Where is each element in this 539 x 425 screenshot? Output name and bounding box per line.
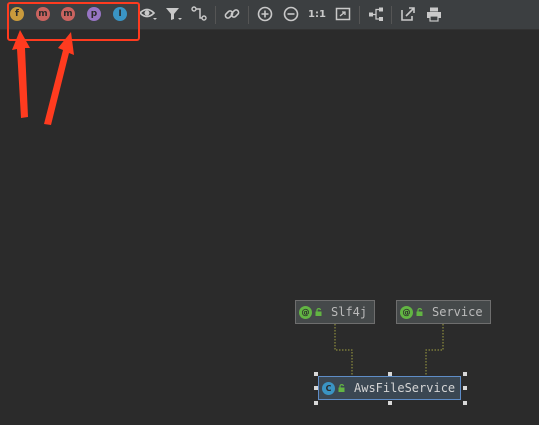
lock-icon <box>315 308 322 316</box>
annotation-node-service[interactable]: @ Service <box>396 300 491 324</box>
selection-handle-bottom-right[interactable] <box>463 401 467 405</box>
selection-handle-bottom-left[interactable] <box>314 401 318 405</box>
lock-icon <box>338 384 345 392</box>
edge-service-to-awsfileservice <box>425 324 444 376</box>
selection-handle-top-right[interactable] <box>463 372 467 376</box>
annotation-type-icon: @ <box>299 305 312 319</box>
edge-slf4j-to-awsfileservice <box>334 324 353 376</box>
class-type-icon: C <box>322 381 335 395</box>
annotation-type-icon: @ <box>400 305 413 319</box>
selection-handle-middle-left[interactable] <box>314 386 318 390</box>
node-label: Slf4j <box>331 305 368 319</box>
diagram-edges <box>334 324 444 376</box>
annotation-node-slf4j[interactable]: @ Slf4j <box>295 300 375 324</box>
diagram-window: f m m p I 1:1 @ Slf4j @ Service C AwsFil… <box>0 0 539 425</box>
class-node-awsfileservice[interactable]: C AwsFileService <box>318 376 461 400</box>
selection-handle-top-left[interactable] <box>314 372 318 376</box>
selection-handle-top-center[interactable] <box>388 372 392 376</box>
node-label: Service <box>432 305 483 319</box>
selection-handle-bottom-center[interactable] <box>388 401 392 405</box>
node-label: AwsFileService <box>354 381 456 395</box>
lock-icon <box>416 308 423 316</box>
selection-handle-middle-right[interactable] <box>463 386 467 390</box>
